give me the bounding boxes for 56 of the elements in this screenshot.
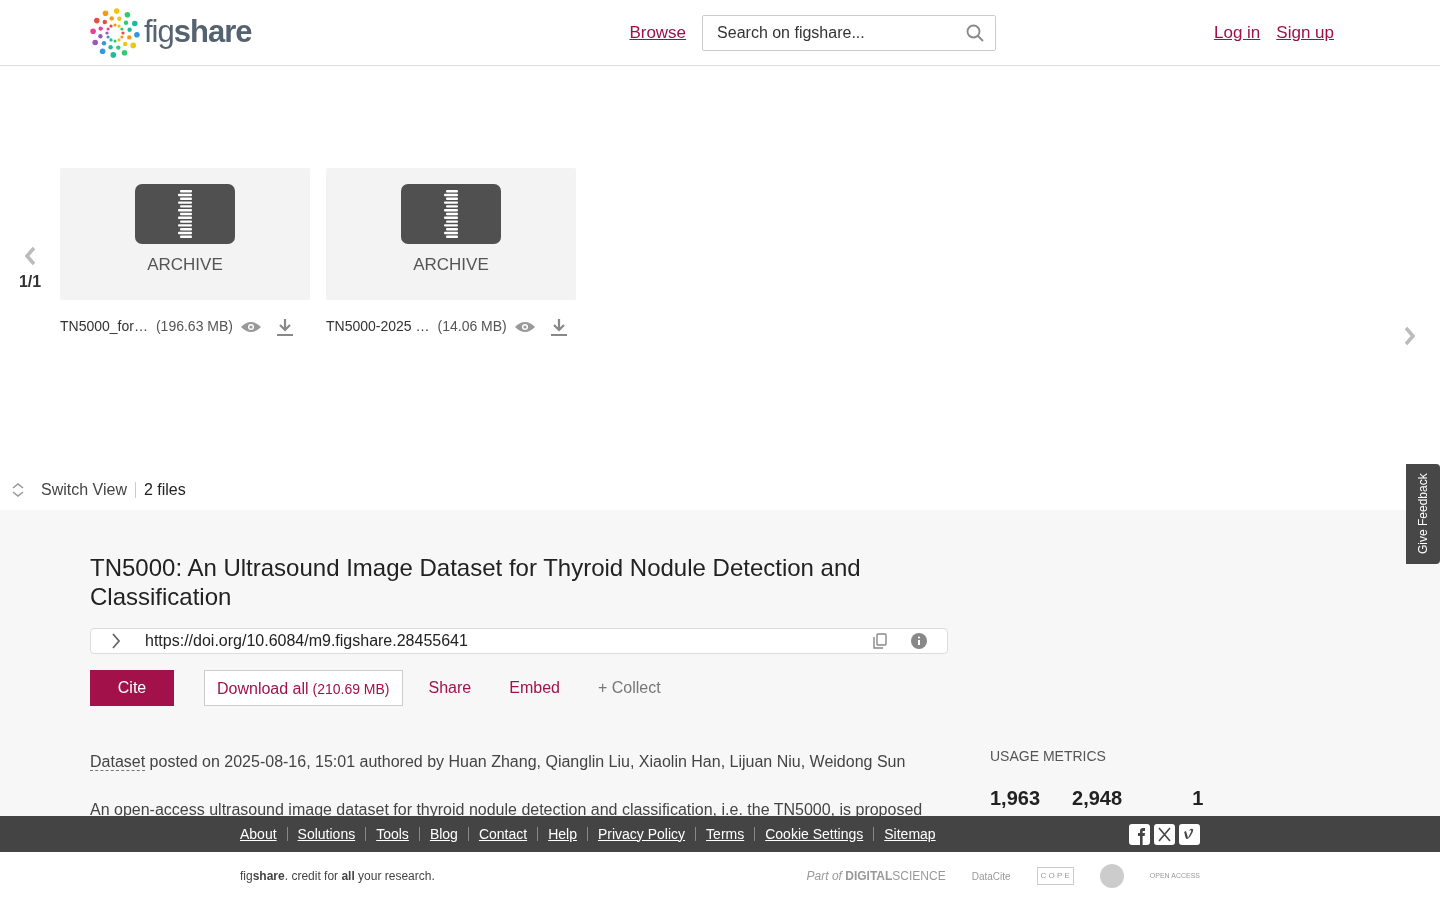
- footer-tagline: figshare. credit for all your research.: [240, 868, 435, 885]
- item-title: TN5000: An Ultrasound Image Dataset for Thyroid Nodule Detection and Classification: [90, 554, 862, 612]
- footer-link[interactable]: Sitemap: [884, 823, 936, 845]
- file-type-label: ARCHIVE: [147, 254, 223, 276]
- file-count: 2 files: [143, 480, 186, 500]
- file-name[interactable]: TN5000-2025 …: [326, 316, 430, 337]
- footer-link[interactable]: Help: [548, 823, 577, 845]
- logo-text[interactable]: figshare: [144, 9, 252, 56]
- chevron-right-icon[interactable]: [111, 632, 121, 649]
- archive-icon: [401, 184, 501, 244]
- feedback-tab[interactable]: Give Feedback: [1406, 464, 1440, 564]
- footer-link[interactable]: Privacy Policy: [597, 823, 686, 845]
- browse-link[interactable]: Browse: [629, 19, 687, 46]
- switch-view-button[interactable]: Switch View: [41, 478, 127, 502]
- file-size: (14.06 MB): [437, 317, 507, 336]
- eye-icon[interactable]: [241, 320, 261, 333]
- auth-link[interactable]: Log in: [1214, 19, 1261, 46]
- footer-link[interactable]: About: [240, 823, 277, 845]
- cite-button[interactable]: Cite: [90, 669, 174, 706]
- description-text: An open-access ultrasound image dataset for thyroid nodule detection and classification, i.e. the TN5000, is proposed: [90, 799, 924, 820]
- search-field[interactable]: Search on figshare...: [702, 14, 997, 51]
- dataset-type-link[interactable]: Dataset: [90, 752, 146, 771]
- file-size: (196.63 MB): [155, 317, 233, 336]
- footer-link[interactable]: Cookie Settings: [765, 823, 864, 845]
- footer-link[interactable]: Blog: [429, 823, 458, 845]
- copy-icon[interactable]: [873, 632, 887, 649]
- file-preview-tile[interactable]: ARCHIVE: [60, 168, 310, 300]
- action-link[interactable]: Share: [416, 669, 484, 706]
- footer-link[interactable]: Contact: [478, 823, 528, 845]
- page-indicator: 1/1: [18, 272, 42, 292]
- action-link[interactable]: Embed: [497, 669, 572, 706]
- metric-value: 2,948: [1072, 786, 1123, 811]
- footer-link[interactable]: Tools: [376, 823, 409, 845]
- download-icon[interactable]: [277, 317, 293, 336]
- file-preview-tile[interactable]: ARCHIVE: [326, 168, 576, 300]
- logo-icon[interactable]: [90, 7, 140, 58]
- info-icon[interactable]: [911, 632, 927, 649]
- download-icon[interactable]: [550, 317, 567, 336]
- collect-button[interactable]: + Collect: [585, 669, 673, 706]
- facebook-icon[interactable]: [1129, 823, 1150, 845]
- footer-link[interactable]: Solutions: [297, 823, 356, 845]
- metric-value: 1: [1192, 786, 1204, 811]
- switch-view-icon[interactable]: [11, 483, 25, 497]
- metric-value: 1,963: [990, 786, 1041, 811]
- auth-link[interactable]: Sign up: [1276, 19, 1334, 46]
- download-all-button[interactable]: Download all (210.69 MB): [204, 669, 403, 706]
- archive-icon: [135, 184, 235, 244]
- posted-info: Dataset posted on 2025-08-16, 15:01 authored by Huan Zhang, Qianglin Liu, Xiaolin Han, Lijuan Niu, Weidong Sun: [90, 751, 907, 773]
- search-icon[interactable]: [966, 23, 985, 42]
- x-icon[interactable]: [1154, 823, 1175, 845]
- file-name[interactable]: TN5000_for…: [60, 316, 148, 337]
- eye-icon[interactable]: [514, 320, 535, 333]
- footer-link[interactable]: Terms: [706, 823, 745, 845]
- metrics-heading: USAGE METRICS: [990, 747, 1107, 766]
- vimeo-icon[interactable]: [1179, 823, 1200, 845]
- file-type-label: ARCHIVE: [413, 254, 489, 276]
